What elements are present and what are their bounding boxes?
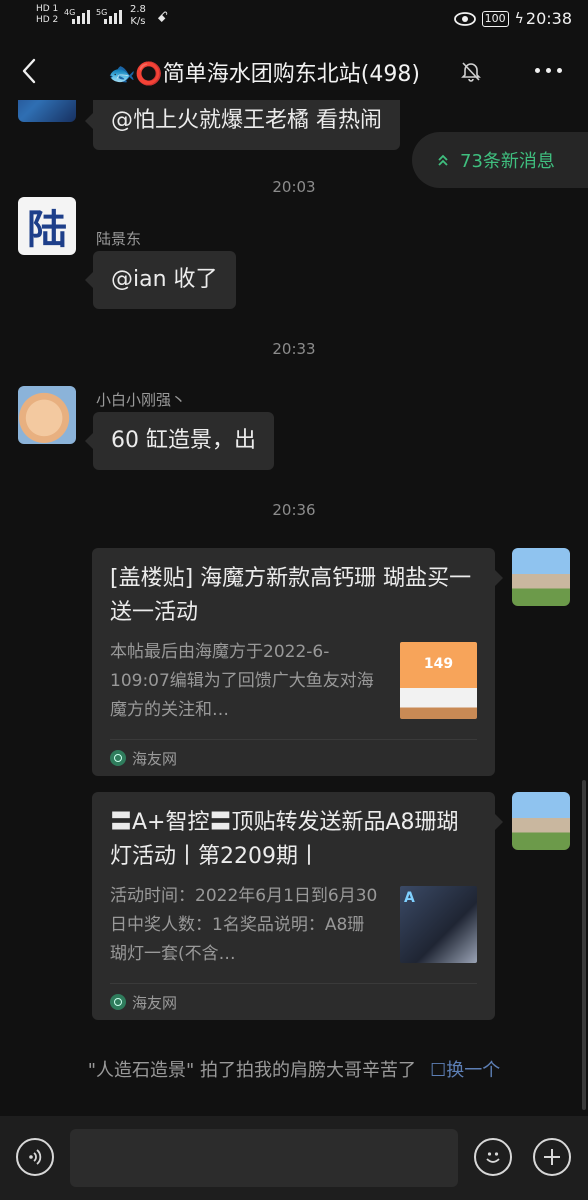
chat-header: 🐟⭕简单海水团购东北站(498) [0,44,588,100]
battery-icon: 100 [481,10,509,27]
site-logo-icon [110,994,126,1010]
voice-icon [29,1149,42,1165]
avatar-char: 陆 [27,206,67,253]
card-thumbnail: A [400,886,477,963]
site-logo-icon [110,750,126,766]
scrollbar[interactable] [582,780,586,1110]
voice-button[interactable] [16,1138,54,1176]
back-icon[interactable] [16,56,44,86]
emoji-icon [486,1152,500,1163]
emoji-button[interactable] [474,1138,512,1176]
sim2-label: HD 2 [36,15,59,25]
new-messages-label: 73条新消息 [460,151,555,172]
clock: 20:38 [525,9,572,28]
sender-name: 小白小刚强丶 [96,391,187,409]
pat-notice: "人造石造景" 拍了拍我的肩膀大哥辛苦了 ☐换一个 [87,1060,501,1081]
message-bubble[interactable]: @ian 收了 [85,251,236,309]
card-description: 活动时间：2022年6月1日到6月30日中奖人数：1名奖品说明：A8珊瑚灯一套(… [110,886,378,964]
add-button[interactable] [533,1138,571,1176]
message-bubble[interactable]: 60 缸造景，出 [85,412,274,470]
card-title: [盖楼贴] 海魔方新款高钙珊 瑚盐买一送一活动 [110,566,472,625]
more-options-icon[interactable] [535,68,562,73]
timestamp: 20:36 [272,501,316,519]
timestamp: 20:33 [272,340,316,358]
switch-pat-link[interactable]: ☐换一个 [430,1060,500,1081]
sender-name: 陆景东 [96,230,142,248]
mute-bell-icon [461,62,481,82]
my-avatar[interactable] [512,548,570,606]
message-list[interactable]: @怕上火就爆王老橘 看热闹 73条新消息 20:03 陆 陆景东 @ian 收了… [0,100,588,1116]
card-title: 〓A+智控〓顶贴转发送新品A8珊瑚灯活动丨第2209期丨 [110,810,459,869]
network-speed: 2.8 K/s [130,4,146,27]
link-card[interactable]: 〓A+智控〓顶贴转发送新品A8珊瑚灯活动丨第2209期丨 活动时间：2022年6… [92,792,503,1020]
plus-icon [544,1149,560,1165]
input-bar [0,1116,588,1200]
charging-icon: ϟ [514,10,524,27]
card-source: 海友网 [110,739,477,776]
timestamp: 20:03 [272,178,316,196]
message-bubble[interactable]: @怕上火就爆王老橘 看热闹 [85,100,400,150]
avatar[interactable] [18,100,76,122]
sim1-label: HD 1 [36,4,59,14]
sim-indicator: HD 1 HD 2 [36,4,58,26]
edit-icon: ☐ [430,1060,447,1081]
status-right: 100 ϟ 20:38 [453,9,572,28]
card-description: 本帖最后由海魔方于2022-6-109:07编辑为了回馈广大鱼友对海魔方的关注和… [110,642,374,720]
my-avatar[interactable] [512,792,570,850]
chat-title[interactable]: 🐟⭕简单海水团购东北站(498) [108,56,420,88]
card-source: 海友网 [110,983,477,1020]
double-chevron-up-icon [438,154,448,166]
avatar[interactable] [18,386,76,444]
signal-icon [104,10,122,24]
avatar[interactable]: 陆 [18,197,76,255]
status-bar: HD 1 HD 2 4G 5G 2.8 K/s ꗃ 100 ϟ 20:38 [0,0,588,40]
link-card[interactable]: [盖楼贴] 海魔方新款高钙珊 瑚盐买一送一活动 本帖最后由海魔方于2022-6-… [92,548,503,776]
card-thumbnail: 149 [400,642,477,719]
eye-icon [453,11,476,26]
signal-icon [72,10,90,24]
message-notification-icon: ꗃ [157,10,169,26]
message-input[interactable] [70,1129,458,1187]
